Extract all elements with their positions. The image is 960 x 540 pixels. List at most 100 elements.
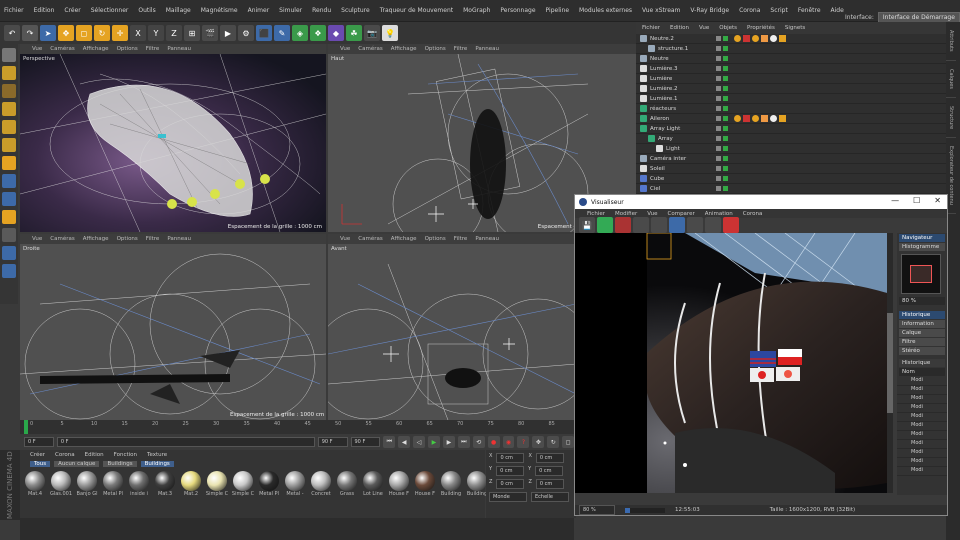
channel-icon[interactable] bbox=[669, 217, 685, 233]
check-icon[interactable] bbox=[723, 146, 728, 151]
visibility-dot[interactable] bbox=[716, 116, 721, 121]
object-visibility-flags[interactable] bbox=[716, 56, 728, 61]
information-tab[interactable]: Information bbox=[899, 320, 945, 328]
visualiseur-menu-item[interactable]: Modifier bbox=[615, 211, 637, 217]
visibility-dot[interactable] bbox=[716, 136, 721, 141]
model-mode-icon[interactable] bbox=[2, 48, 16, 62]
viewport-menu-item[interactable]: Vue bbox=[340, 46, 350, 52]
select-arrow-icon[interactable]: ➤ bbox=[40, 25, 56, 41]
material-swatch[interactable]: Metal Pl bbox=[258, 471, 280, 497]
next-key-icon[interactable]: ▶ bbox=[442, 436, 455, 448]
object-visibility-flags[interactable] bbox=[716, 166, 728, 171]
material-tag-icon[interactable] bbox=[761, 115, 768, 122]
check-icon[interactable] bbox=[723, 66, 728, 71]
go-start-icon[interactable]: ⏮ bbox=[383, 436, 396, 448]
prev-key-icon[interactable]: ◀ bbox=[398, 436, 411, 448]
undo-icon[interactable]: ↶ bbox=[4, 25, 20, 41]
start-frame-field[interactable]: 0 F bbox=[24, 437, 54, 447]
object-menu-item[interactable]: Propriétés bbox=[747, 25, 775, 31]
array-icon[interactable]: ❖ bbox=[310, 25, 326, 41]
magnet-icon[interactable] bbox=[2, 210, 16, 224]
object-row[interactable]: Lumière.2 bbox=[636, 84, 946, 94]
lut-icon[interactable] bbox=[705, 217, 721, 233]
grid-icon[interactable] bbox=[2, 264, 16, 278]
history-row[interactable]: Modi bbox=[897, 377, 947, 386]
menu-traqueur-de-mouvement[interactable]: Traqueur de Mouvement bbox=[380, 7, 453, 14]
visibility-dot[interactable] bbox=[716, 146, 721, 151]
object-row[interactable]: Neutre.2 bbox=[636, 34, 946, 44]
visibility-dot[interactable] bbox=[716, 176, 721, 181]
scale-key-icon[interactable]: ◻ bbox=[562, 436, 575, 448]
material-tag-icon[interactable] bbox=[743, 35, 750, 42]
visualiseur-menu-item[interactable]: Corona bbox=[743, 211, 763, 217]
visualiseur-menu-item[interactable]: Fichier bbox=[587, 211, 605, 217]
visibility-dot[interactable] bbox=[716, 96, 721, 101]
viewport-menu-item[interactable]: Caméras bbox=[50, 236, 74, 242]
object-visibility-flags[interactable] bbox=[716, 146, 728, 151]
object-row[interactable]: Aileron bbox=[636, 114, 946, 124]
menu-magn-tisme[interactable]: Magnétisme bbox=[201, 7, 238, 14]
loop-icon[interactable]: ⟲ bbox=[472, 436, 485, 448]
object-visibility-flags[interactable] bbox=[716, 76, 728, 81]
menu-script[interactable]: Script bbox=[770, 7, 787, 14]
render-active-icon[interactable] bbox=[597, 217, 613, 233]
visualiseur-menu-item[interactable]: Animation bbox=[705, 211, 733, 217]
object-row[interactable]: Array Light bbox=[636, 124, 946, 134]
pen-icon[interactable]: ✎ bbox=[274, 25, 290, 41]
render-view-icon[interactable]: 🎬 bbox=[202, 25, 218, 41]
move-icon[interactable]: ✥ bbox=[58, 25, 74, 41]
object-row[interactable]: Soleil bbox=[636, 164, 946, 174]
viewport-menu-item[interactable]: Options bbox=[117, 236, 138, 242]
material-filter-tab[interactable]: Aucun calque bbox=[54, 461, 100, 467]
axis-x-button[interactable]: X bbox=[130, 25, 146, 41]
material-swatch[interactable]: Simple C bbox=[232, 471, 254, 497]
menu-v-ray-bridge[interactable]: V-Ray Bridge bbox=[690, 7, 729, 14]
points-mode-icon[interactable] bbox=[2, 102, 16, 116]
viewport-menu-item[interactable]: Panneau bbox=[167, 236, 191, 242]
material-tag-icon[interactable] bbox=[761, 35, 768, 42]
rot-key-icon[interactable]: ↻ bbox=[547, 436, 560, 448]
material-menu-item[interactable]: Fonction bbox=[114, 452, 137, 458]
viewport-menu-item[interactable]: Affichage bbox=[83, 46, 109, 52]
viewport-perspective[interactable]: Perspective Espacement de la grille : 10… bbox=[20, 54, 326, 232]
viewport-menu-item[interactable]: Caméras bbox=[358, 46, 382, 52]
object-menu-item[interactable]: Vue bbox=[699, 25, 709, 31]
cube-icon[interactable]: ⬛ bbox=[256, 25, 272, 41]
coordinate-system-icon[interactable]: ⊞ bbox=[184, 25, 200, 41]
coord-cell[interactable]: 0 cm bbox=[496, 453, 525, 463]
viewport-menu-item[interactable]: Filtre bbox=[454, 46, 468, 52]
edges-mode-icon[interactable] bbox=[2, 120, 16, 134]
check-icon[interactable] bbox=[723, 136, 728, 141]
compare-icon[interactable] bbox=[651, 217, 667, 233]
material-menu-item[interactable]: Créer bbox=[30, 452, 45, 458]
material-menu-item[interactable]: Corona bbox=[55, 452, 75, 458]
coord-scale-dropdown[interactable]: Echelle bbox=[531, 492, 569, 502]
coord-mode-dropdown[interactable]: Monde bbox=[489, 492, 527, 502]
filter-tab[interactable]: Filtre bbox=[899, 338, 945, 346]
check-icon[interactable] bbox=[723, 36, 728, 41]
menu-sculpture[interactable]: Sculpture bbox=[341, 7, 370, 14]
material-filter-tab[interactable]: Buildings bbox=[103, 461, 137, 467]
material-swatch[interactable]: Building bbox=[440, 471, 462, 497]
material-tag-icon[interactable] bbox=[770, 115, 777, 122]
material-filter-tab[interactable]: Tous bbox=[30, 461, 51, 467]
viewport-menu-item[interactable]: Options bbox=[425, 46, 446, 52]
history-row[interactable]: Modi bbox=[897, 467, 947, 476]
color-icon[interactable] bbox=[723, 217, 739, 233]
auto-key-icon[interactable]: ◉ bbox=[502, 436, 515, 448]
menu-simuler[interactable]: Simuler bbox=[279, 7, 302, 14]
deformer-icon[interactable]: ◆ bbox=[328, 25, 344, 41]
menu-corona[interactable]: Corona bbox=[739, 7, 760, 14]
minimize-icon[interactable]: — bbox=[891, 196, 899, 205]
object-row[interactable]: Neutre bbox=[636, 54, 946, 64]
scale-icon[interactable]: ◻ bbox=[76, 25, 92, 41]
material-filter-tab[interactable]: Buildings bbox=[140, 461, 174, 467]
material-menu-item[interactable]: Texture bbox=[147, 452, 167, 458]
history-row[interactable]: Modi bbox=[897, 386, 947, 395]
axis-y-button[interactable]: Y bbox=[148, 25, 164, 41]
timeline-ruler[interactable]: 0 5 10 15 20 25 30 35 40 45 50 55 60 65 70 75 80 85 bbox=[20, 420, 574, 434]
redo-icon[interactable]: ↷ bbox=[22, 25, 38, 41]
coord-cell[interactable]: 0 cm bbox=[535, 466, 564, 476]
check-icon[interactable] bbox=[723, 86, 728, 91]
viewport-menu-item[interactable]: Panneau bbox=[475, 236, 499, 242]
